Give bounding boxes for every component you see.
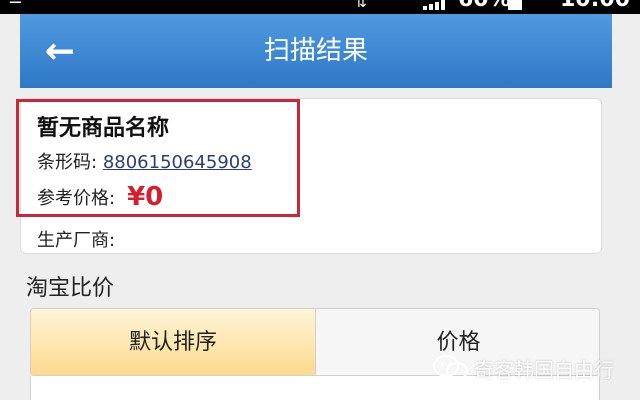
wechat-icon (433, 355, 468, 380)
back-arrow-icon: ← (44, 31, 76, 72)
price-value: ¥0 (127, 182, 164, 212)
status-bar: ═ ⇅ 60% 10:00 (0, 0, 640, 14)
battery-icon (508, 0, 522, 10)
tab-default-sort[interactable]: 默认排序 (31, 309, 316, 375)
watermark: 奇客韩国自由行 (432, 352, 614, 384)
signal-icon (423, 0, 449, 10)
notification-icon: ═ (10, 0, 21, 12)
price-row: 参考价格: ¥0 (37, 182, 163, 212)
title-bar: 扫描结果 ← (20, 14, 612, 88)
manufacturer-label: 生产厂商: (37, 230, 116, 251)
barcode-row: 条形码: 8806150645908 (37, 148, 252, 174)
page-title: 扫描结果 (263, 36, 368, 66)
battery-percent: 60% (458, 0, 511, 12)
product-name: 暂无商品名称 (37, 116, 170, 141)
watermark-text: 奇客韩国自由行 (474, 357, 614, 382)
barcode-label: 条形码: (37, 152, 98, 173)
barcode-link[interactable]: 8806150645908 (103, 152, 252, 173)
clock: 10:00 (560, 0, 630, 12)
compare-section-title: 淘宝比价 (26, 276, 115, 301)
data-transfer-icon: ⇅ (355, 0, 367, 11)
back-button[interactable]: ← (38, 32, 82, 72)
price-label: 参考价格: (37, 188, 116, 209)
